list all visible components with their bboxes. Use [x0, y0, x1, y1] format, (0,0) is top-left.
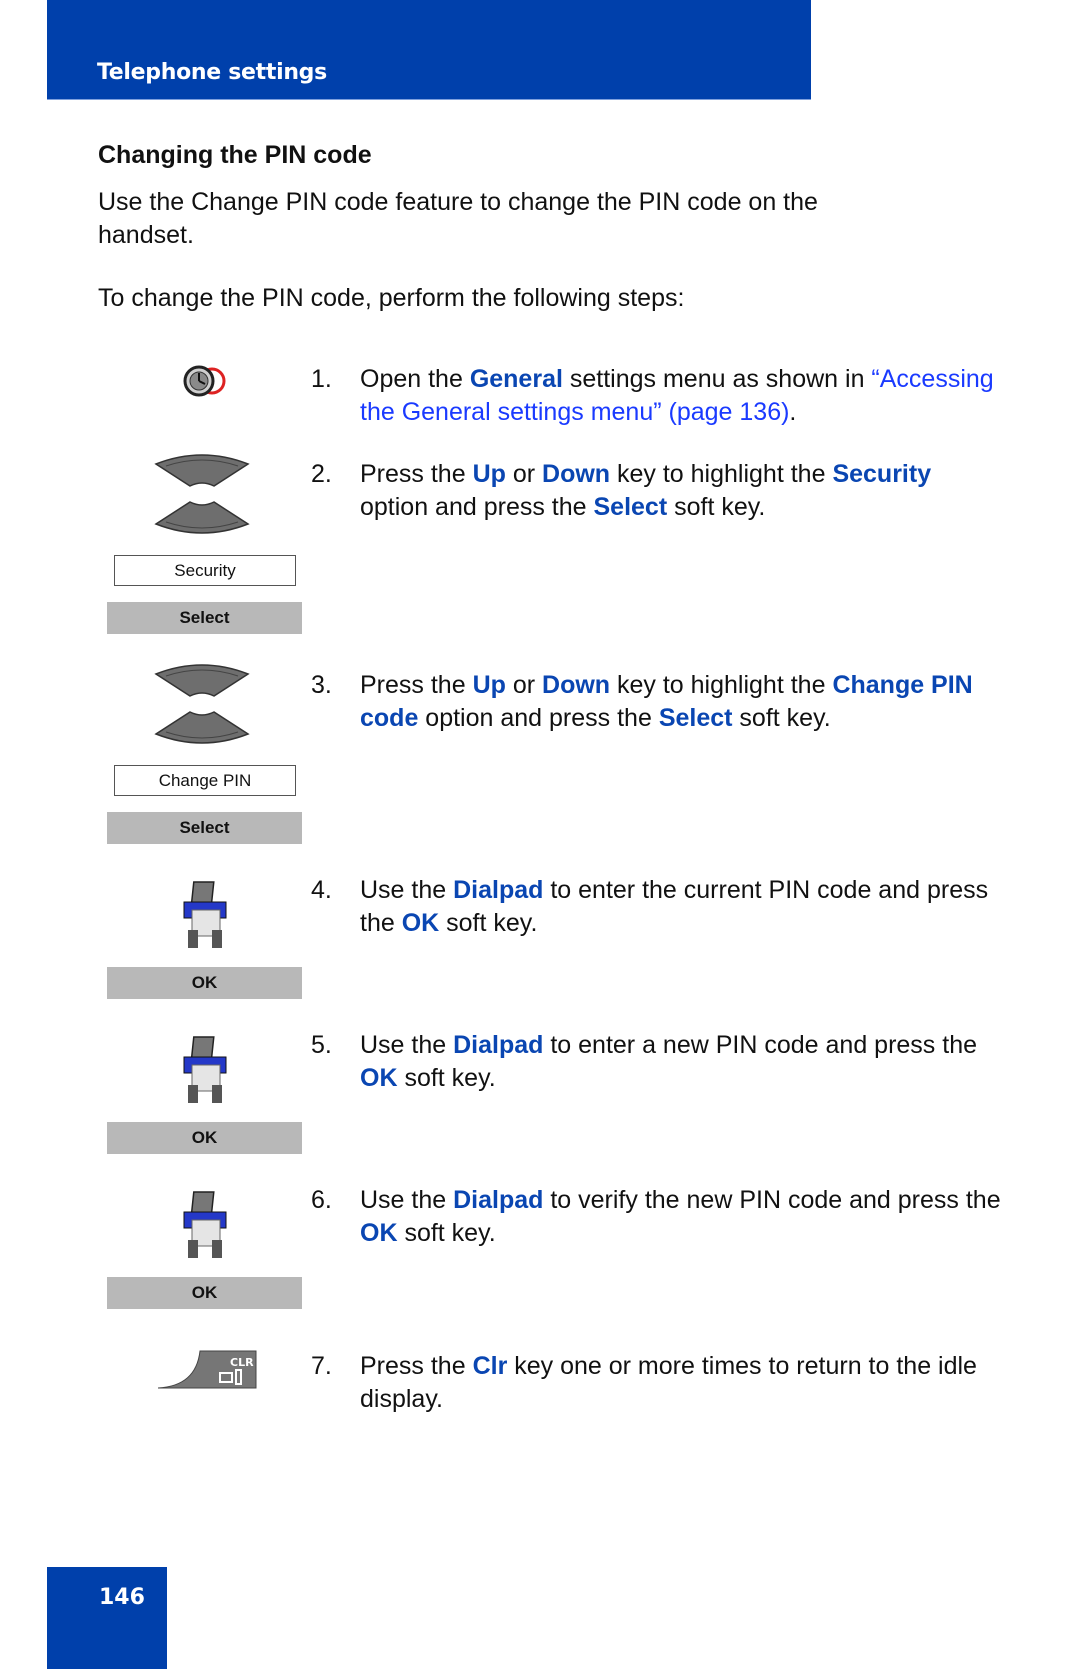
step-text: Press the [360, 671, 473, 699]
keyword-down: Down [542, 671, 611, 699]
step-number: 5. [311, 1031, 332, 1059]
keyword-up: Up [472, 671, 506, 699]
display-option-security: Security [114, 555, 296, 586]
step-text: or [505, 671, 543, 699]
step-text: Use the [360, 1031, 454, 1059]
step-text: to enter a new PIN code and press the [543, 1031, 977, 1059]
clr-key-icon[interactable]: CLR [157, 1350, 258, 1395]
step-text: key to highlight the [610, 671, 833, 699]
step-text: Press the [360, 1352, 473, 1380]
step-7: 7. Press the Clr key one or more times t… [311, 1350, 1001, 1416]
step-text: soft key. [732, 704, 831, 732]
clr-key-label: CLR [230, 1356, 254, 1369]
step-number: 6. [311, 1186, 332, 1214]
page-number: 146 [99, 1585, 145, 1610]
keyword-clr: Clr [472, 1352, 508, 1380]
step-text: soft key. [439, 909, 538, 937]
keyword-general: General [469, 365, 563, 393]
keyword-ok: OK [360, 1064, 398, 1092]
step-number: 2. [311, 460, 332, 488]
keyword-down: Down [542, 460, 611, 488]
keyword-dialpad: Dialpad [453, 1186, 544, 1214]
step-text: Press the [360, 460, 473, 488]
step-1: 1. Open the General settings menu as sho… [311, 363, 1001, 429]
step-text: option and press the [418, 704, 659, 732]
step-text: Use the [360, 1186, 454, 1214]
keyword-ok: OK [401, 909, 440, 937]
dialpad-handset-icon [182, 1190, 228, 1267]
lead-paragraph: To change the PIN code, perform the foll… [98, 284, 685, 312]
select-soft-key[interactable]: Select [107, 602, 302, 634]
display-option-change-pin: Change PIN [114, 765, 296, 796]
keyword-select: Select [593, 493, 668, 521]
ok-soft-key[interactable]: OK [107, 967, 302, 999]
page-number-box: 146 [47, 1567, 167, 1669]
keyword-security: Security [832, 460, 932, 488]
ok-soft-key[interactable]: OK [107, 1122, 302, 1154]
section-title: Changing the PIN code [98, 141, 372, 169]
step-6: 6. Use the Dialpad to verify the new PIN… [311, 1184, 1001, 1250]
header-title: Telephone settings [97, 60, 327, 85]
step-text: to verify the new PIN code and press the [543, 1186, 1001, 1214]
step-text: Use the [360, 876, 454, 904]
keyword-up: Up [472, 460, 506, 488]
step-text: option and press the [360, 493, 594, 521]
step-text: . [789, 398, 797, 426]
step-4: 4. Use the Dialpad to enter the current … [311, 874, 1001, 940]
step-number: 3. [311, 671, 332, 699]
keyword-ok: OK [360, 1219, 398, 1247]
intro-paragraph: Use the Change PIN code feature to chang… [98, 188, 818, 249]
dialpad-handset-icon [182, 880, 228, 957]
header-bar: Telephone settings [47, 0, 811, 100]
step-text: key to highlight the [610, 460, 833, 488]
settings-clock-icon [183, 364, 227, 403]
step-text: Open the [360, 365, 470, 393]
keyword-dialpad: Dialpad [453, 1031, 544, 1059]
step-text: settings menu as shown in [562, 365, 872, 393]
keyword-dialpad: Dialpad [453, 876, 544, 904]
select-soft-key[interactable]: Select [107, 812, 302, 844]
keyword-select: Select [658, 704, 733, 732]
step-text: soft key. [397, 1219, 496, 1247]
up-down-navigation-key-icon [152, 662, 252, 751]
step-text: soft key. [397, 1064, 496, 1092]
ok-soft-key[interactable]: OK [107, 1277, 302, 1309]
step-number: 4. [311, 876, 332, 904]
step-text: or [505, 460, 543, 488]
dialpad-handset-icon [182, 1035, 228, 1112]
up-down-navigation-key-icon [152, 452, 252, 541]
step-5: 5. Use the Dialpad to enter a new PIN co… [311, 1029, 1001, 1095]
step-number: 7. [311, 1352, 332, 1380]
step-text: soft key. [667, 493, 766, 521]
step-3: 3. Press the Up or Down key to highlight… [311, 669, 1001, 735]
step-2: 2. Press the Up or Down key to highlight… [311, 458, 1001, 524]
step-number: 1. [311, 365, 332, 393]
